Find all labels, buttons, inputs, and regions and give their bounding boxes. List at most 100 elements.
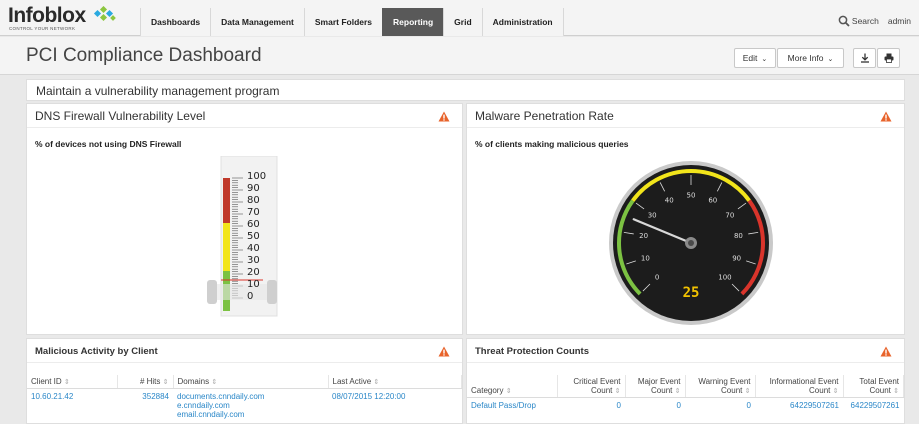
gauge-scale-label: 0 <box>655 273 659 281</box>
table-row: 10.60.21.42 352884 documents.cnndaily.co… <box>27 389 462 423</box>
page-title: PCI Compliance Dashboard <box>26 45 262 66</box>
panel-title: Malware Penetration Rate <box>475 109 614 123</box>
logo-text: Infoblox <box>8 4 86 27</box>
sort-icon: ⇕ <box>614 388 621 395</box>
thermometer-gauge: 100 90 80 70 60 50 40 30 20 10 0 <box>207 155 307 321</box>
warning-icon[interactable] <box>438 346 450 357</box>
search-link[interactable]: Search <box>852 16 879 26</box>
chevron-down-icon: ⌄ <box>761 56 768 63</box>
column-label: Informational Event Count <box>769 377 839 395</box>
user-menu[interactable]: admin <box>888 16 911 26</box>
gauge-scale-label: 30 <box>648 211 657 219</box>
sort-icon: ⇕ <box>674 388 681 395</box>
sort-icon: ⇕ <box>893 388 899 395</box>
logo-mark-icon <box>93 6 116 22</box>
print-button[interactable] <box>877 48 900 68</box>
column-header-domains[interactable]: Domains ⇕ <box>173 375 329 389</box>
edit-button[interactable]: Edit ⌄ <box>734 48 776 68</box>
gauge-scale-label: 70 <box>725 211 734 219</box>
informational-count-link[interactable]: 64229507261 <box>755 398 843 414</box>
panel-title: Threat Protection Counts <box>475 346 590 357</box>
scale-label: 60 <box>247 219 260 230</box>
client-id-link[interactable]: 10.60.21.42 <box>27 389 117 423</box>
critical-count-link[interactable]: 0 <box>557 398 625 414</box>
threat-protection-panel: Threat Protection Counts Category ⇕ Crit… <box>466 338 905 424</box>
chevron-down-icon: ⌄ <box>827 56 834 63</box>
panel-header: Malicious Activity by Client <box>27 339 462 363</box>
column-label: Last Active <box>332 377 372 386</box>
sort-icon: ⇕ <box>505 388 512 395</box>
more-info-button[interactable]: More Info ⌄ <box>777 48 844 68</box>
domain-link[interactable]: email.cnndaily.com <box>177 410 324 419</box>
total-count-link[interactable]: 64229507261 <box>843 398 904 414</box>
panel-title: DNS Firewall Vulnerability Level <box>35 109 206 123</box>
panel-title: Malicious Activity by Client <box>35 346 158 357</box>
download-button[interactable] <box>853 48 876 68</box>
tab-grid[interactable]: Grid <box>443 8 482 36</box>
tab-smart-folders[interactable]: Smart Folders <box>303 8 383 36</box>
domain-link[interactable]: e.cnndaily.com <box>177 401 324 410</box>
column-header-warning[interactable]: Warning Event Count ⇕ <box>685 375 756 398</box>
malware-penetration-panel: Malware Penetration Rate % of clients ma… <box>466 103 905 335</box>
sort-icon: ⇕ <box>211 379 218 386</box>
panel-header: Malware Penetration Rate <box>467 104 904 128</box>
search-icon[interactable] <box>838 15 850 27</box>
page-header: PCI Compliance Dashboard Edit ⌄ More Info… <box>0 37 919 75</box>
tab-data-management[interactable]: Data Management <box>210 8 304 36</box>
dns-firewall-panel: DNS Firewall Vulnerability Level % of de… <box>26 103 463 335</box>
column-header-critical[interactable]: Critical Event Count ⇕ <box>557 375 626 398</box>
malicious-activity-panel: Malicious Activity by Client Client ID ⇕… <box>26 338 463 424</box>
logo-tagline: CONTROL YOUR NETWORK <box>9 26 76 31</box>
gauge-scale-label: 80 <box>734 232 743 240</box>
warning-icon[interactable] <box>880 346 892 357</box>
scale-label: 30 <box>247 255 260 266</box>
print-icon <box>884 53 893 63</box>
warning-icon[interactable] <box>438 111 450 122</box>
column-header-client-id[interactable]: Client ID ⇕ <box>27 375 118 389</box>
gauge-scale-label: 10 <box>641 254 650 262</box>
sort-icon: ⇕ <box>63 379 70 386</box>
scale-label: 20 <box>247 267 260 278</box>
scale-label: 10 <box>247 279 260 290</box>
threat-table: Category ⇕ Critical Event Count ⇕ Major … <box>467 375 904 413</box>
warning-count-link[interactable]: 0 <box>685 398 755 414</box>
top-right-tools: Search admin <box>838 15 911 27</box>
sort-icon: ⇕ <box>162 379 169 386</box>
column-label: Category <box>471 386 504 395</box>
panel-subtitle: % of devices not using DNS Firewall <box>35 139 182 149</box>
sort-icon: ⇕ <box>744 388 751 395</box>
major-count-link[interactable]: 0 <box>625 398 685 414</box>
gauge-scale-label: 100 <box>718 273 731 281</box>
column-header-total[interactable]: Total Event Count ⇕ <box>843 375 904 398</box>
category-link[interactable]: Default Pass/Drop <box>467 398 557 414</box>
gauge-scale-label: 60 <box>708 197 717 205</box>
gauge-scale-label: 20 <box>639 232 648 240</box>
column-label: Warning Event Count <box>698 377 751 395</box>
sort-icon: ⇕ <box>373 379 380 386</box>
warning-icon[interactable] <box>880 111 892 122</box>
gauge-value: 25 <box>683 285 700 301</box>
activity-table: Client ID ⇕ # Hits ⇕ Domains ⇕ Last Acti… <box>27 375 462 422</box>
infoblox-logo[interactable]: Infoblox CONTROL YOUR NETWORK <box>8 4 138 32</box>
column-header-last-active[interactable]: Last Active ⇕ <box>328 375 462 389</box>
malware-dial-gauge: 0 10 20 30 40 50 60 70 80 90 100 25 <box>609 161 773 325</box>
hits-link[interactable]: 352884 <box>117 389 173 423</box>
panel-header: DNS Firewall Vulnerability Level <box>27 104 462 128</box>
sort-icon: ⇕ <box>832 388 839 395</box>
column-header-category[interactable]: Category ⇕ <box>467 375 558 398</box>
more-info-label: More Info <box>787 53 824 63</box>
domain-link[interactable]: documents.cnndaily.com <box>177 392 324 401</box>
tab-administration[interactable]: Administration <box>481 8 564 36</box>
last-active-link[interactable]: 08/07/2015 12:20:00 <box>328 389 462 423</box>
panel-header: Threat Protection Counts <box>467 339 904 363</box>
column-header-informational[interactable]: Informational Event Count ⇕ <box>755 375 844 398</box>
tab-reporting[interactable]: Reporting <box>382 8 444 36</box>
column-header-hits[interactable]: # Hits ⇕ <box>117 375 174 389</box>
table-header-row: Category ⇕ Critical Event Count ⇕ Major … <box>467 375 904 398</box>
gauge-scale-label: 40 <box>665 197 674 205</box>
column-header-major[interactable]: Major Event Count ⇕ <box>625 375 686 398</box>
download-icon <box>860 53 869 63</box>
scale-label: 40 <box>247 243 260 254</box>
tab-dashboards[interactable]: Dashboards <box>140 8 211 36</box>
column-label: Critical Event Count <box>573 377 621 395</box>
